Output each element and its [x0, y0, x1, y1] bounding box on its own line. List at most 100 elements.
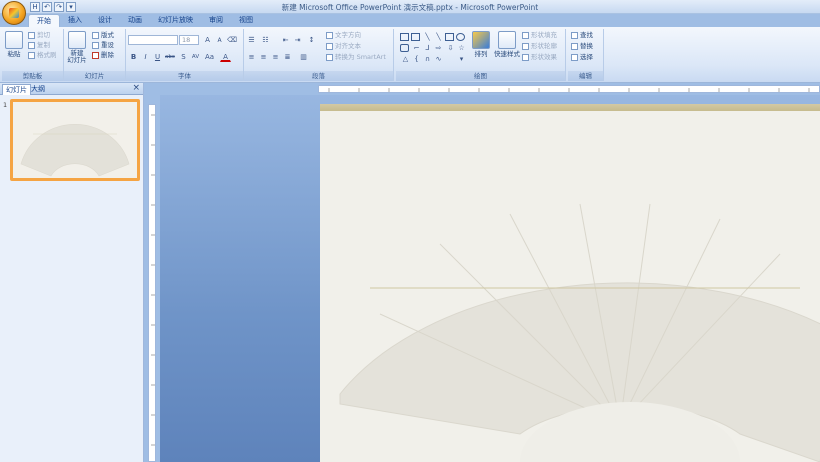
delete-slide-button[interactable]: 删除 [92, 51, 114, 60]
horizontal-ruler[interactable] [318, 85, 820, 93]
reset-label: 重设 [101, 41, 114, 49]
quick-styles-icon [498, 31, 516, 49]
quick-styles-button[interactable]: 快速样式 [494, 31, 520, 59]
format-painter-button[interactable]: 格式刷 [28, 51, 57, 60]
shape-effects-label: 形状效果 [531, 53, 557, 61]
align-text-button[interactable]: 对齐文本 [326, 42, 361, 51]
reset-button[interactable]: 重设 [92, 41, 114, 50]
tab-review[interactable]: 审阅 [201, 14, 231, 27]
down-arrow-shape-icon[interactable]: ⇩ [445, 43, 456, 53]
line-shape-icon[interactable]: ╲ [422, 32, 433, 42]
arrange-label: 排列 [474, 50, 488, 58]
tab-slides-panel[interactable]: 幻灯片 [2, 84, 31, 95]
group-label-slides: 幻灯片 [64, 71, 125, 81]
layout-button[interactable]: 版式 [92, 31, 114, 40]
tab-animations[interactable]: 动画 [120, 14, 150, 27]
curve-shape-icon[interactable]: ∩ [422, 54, 433, 64]
decrease-indent-icon[interactable]: ⇤ [280, 35, 291, 45]
paste-button[interactable]: 粘贴 [4, 31, 24, 59]
image-shape-icon[interactable] [411, 33, 420, 41]
office-button[interactable] [2, 1, 26, 25]
elbow-shape-icon[interactable]: ⌐ [411, 43, 422, 53]
arrow-shape-icon[interactable]: ⇨ [433, 43, 444, 53]
strikethrough-button[interactable]: abc [164, 52, 175, 62]
triangle-shape-icon[interactable]: △ [400, 54, 411, 64]
select-button[interactable]: 选择 [571, 53, 593, 62]
change-case-button[interactable]: Aa [204, 52, 215, 62]
slide-thumbnail[interactable] [10, 99, 140, 181]
tab-insert[interactable]: 插入 [60, 14, 90, 27]
font-size-combo[interactable]: 18 [179, 35, 199, 45]
underline-button[interactable]: U [152, 52, 163, 62]
bullets-icon[interactable]: ☰ [246, 35, 257, 45]
bold-button[interactable]: B [128, 52, 139, 62]
new-slide-button[interactable]: 新建 幻灯片 [66, 31, 88, 64]
smartart-button[interactable]: 转换为 SmartArt [326, 53, 386, 62]
italic-button[interactable]: I [140, 52, 151, 62]
find-label: 查找 [580, 31, 593, 39]
brush-icon [28, 51, 35, 59]
rectangle-shape-icon[interactable] [445, 33, 454, 41]
char-spacing-button[interactable]: AV [190, 52, 201, 62]
tab-view[interactable]: 视图 [231, 14, 261, 27]
arrange-button[interactable]: 排列 [470, 31, 492, 59]
oval-shape-icon[interactable] [456, 33, 465, 41]
text-direction-button[interactable]: 文字方向 [326, 31, 361, 40]
slides-panel: 幻灯片 大纲 × 1 [0, 83, 144, 462]
group-drawing: ╲ ╲ ⌐ ⅃ ⇨ ⇩ ☆ △ { ∩ ∿ ▾ 排列 快速样式 形状填充 形状轮… [396, 29, 566, 81]
clear-format-icon[interactable]: ⌫ [226, 35, 237, 45]
textbox-shape-icon[interactable] [400, 33, 409, 41]
layout-icon [92, 31, 99, 39]
close-icon[interactable]: × [132, 83, 140, 93]
more-shapes-icon[interactable]: ▾ [456, 54, 467, 64]
connector-shape-icon[interactable]: ⅃ [422, 43, 433, 53]
shape-effects-button[interactable]: 形状效果 [522, 53, 557, 62]
font-color-button[interactable]: A [220, 52, 231, 62]
wave-shape-icon[interactable]: ∿ [433, 54, 444, 64]
columns-icon[interactable]: ▥ [298, 52, 309, 62]
group-paragraph: ☰ ☷ ⇤ ⇥ ↕ ≡ ≡ ≡ ≣ ▥ 文字方向 对齐文本 转换为 SmartA… [244, 29, 394, 81]
horizontal-ruler-ticks [328, 88, 810, 92]
brace-shape-icon[interactable]: { [411, 54, 422, 64]
tab-design[interactable]: 设计 [90, 14, 120, 27]
ribbon: 粘贴 剪切 复制 格式刷 剪贴板 新建 幻灯片 版式 重设 删除 幻灯片 18 … [0, 27, 820, 83]
replace-button[interactable]: 替换 [571, 42, 593, 51]
shadow-button[interactable]: S [178, 52, 189, 62]
effects-icon [522, 53, 529, 61]
tab-home[interactable]: 开始 [28, 14, 60, 27]
shape-fill-button[interactable]: 形状填充 [522, 31, 557, 40]
tab-slideshow[interactable]: 幻灯片放映 [150, 14, 201, 27]
replace-label: 替换 [580, 42, 593, 50]
slide-canvas[interactable] [320, 104, 820, 462]
copy-button[interactable]: 复制 [28, 41, 50, 50]
line-spacing-icon[interactable]: ↕ [306, 35, 317, 45]
star-shape-icon[interactable]: ☆ [456, 43, 467, 53]
thumbnail-fan-image [20, 124, 130, 177]
group-slides: 新建 幻灯片 版式 重设 删除 幻灯片 [64, 29, 126, 81]
slide-number: 1 [3, 101, 8, 109]
new-slide-label: 新建 幻灯片 [67, 49, 87, 64]
arrange-icon [472, 31, 490, 49]
shrink-font-button[interactable]: A [214, 35, 225, 45]
office-logo-icon [9, 8, 19, 18]
align-left-icon[interactable]: ≡ [246, 52, 257, 62]
font-name-combo[interactable] [128, 35, 178, 45]
numbering-icon[interactable]: ☷ [260, 35, 271, 45]
shape-outline-button[interactable]: 形状轮廓 [522, 42, 557, 51]
find-button[interactable]: 查找 [571, 31, 593, 40]
smartart-icon [326, 53, 333, 61]
justify-icon[interactable]: ≣ [282, 52, 293, 62]
line2-shape-icon[interactable]: ╲ [433, 32, 444, 42]
vertical-ruler[interactable] [148, 104, 156, 462]
increase-indent-icon[interactable]: ⇥ [292, 35, 303, 45]
align-center-icon[interactable]: ≡ [258, 52, 269, 62]
cursor-icon [571, 53, 578, 61]
align-right-icon[interactable]: ≡ [270, 52, 281, 62]
tab-outline-panel[interactable]: 大纲 [28, 84, 48, 95]
group-label-clipboard: 剪贴板 [2, 71, 63, 81]
rounded-rect-shape-icon[interactable] [400, 44, 409, 52]
cut-button[interactable]: 剪切 [28, 31, 50, 40]
grow-font-button[interactable]: A [202, 35, 213, 45]
fill-icon [522, 31, 529, 39]
quick-styles-label: 快速样式 [494, 50, 520, 58]
